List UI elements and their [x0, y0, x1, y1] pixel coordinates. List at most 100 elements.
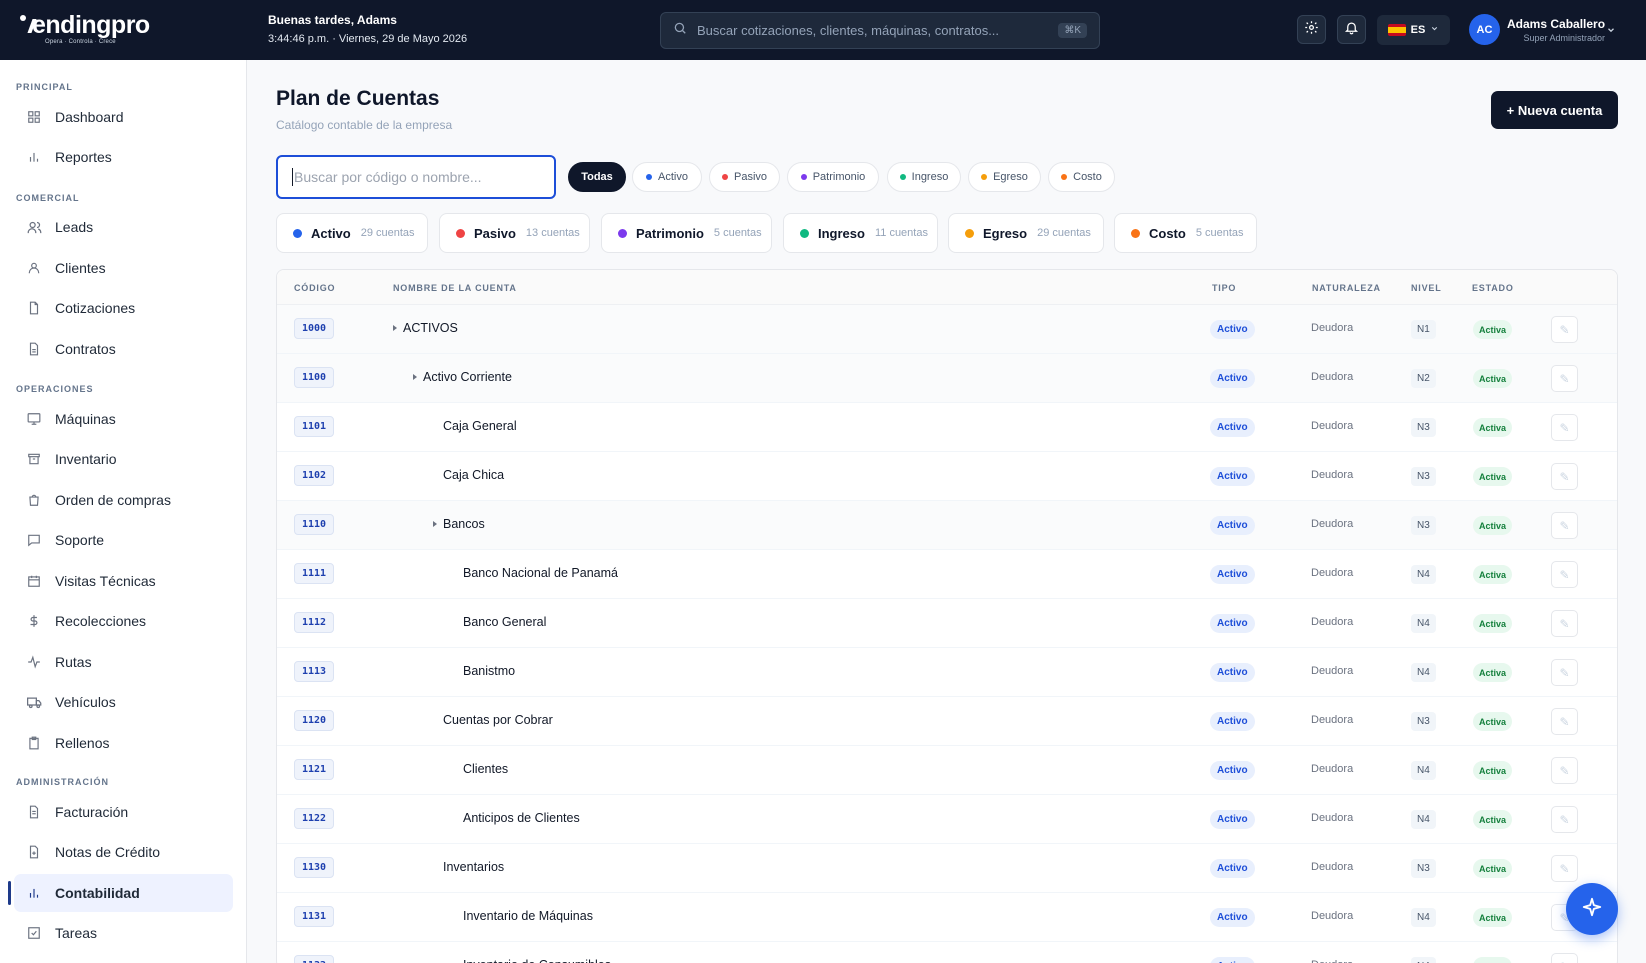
nature-text: Deudora [1311, 420, 1354, 432]
level-badge: N3 [1411, 859, 1436, 878]
edit-button[interactable]: ✎ [1551, 659, 1578, 686]
sidebar-item-rutas[interactable]: Rutas [14, 643, 233, 681]
table-row[interactable]: 1131 Inventario de Máquinas Activo Deudora N… [277, 893, 1617, 942]
bar-chart-icon [26, 149, 42, 165]
table-row[interactable]: 1111 Banco Nacional de Panamá Activo Deudor… [277, 550, 1617, 599]
table-row[interactable]: 1100 Activo Corriente Activo Deudora N2 Activ… [277, 354, 1617, 403]
account-name[interactable]: ACTIVOS [393, 321, 458, 335]
table-row[interactable]: 1132 Inventario de Consumibles Activo Deudo… [277, 942, 1617, 963]
edit-button[interactable]: ✎ [1551, 414, 1578, 441]
status-dot-icon [721, 174, 728, 180]
search-icon [673, 21, 687, 40]
language-selector[interactable]: ES [1377, 15, 1450, 45]
sidebar-item-clientes[interactable]: Clientes [14, 249, 233, 287]
account-name: Inventario de Consumibles [463, 958, 611, 963]
archive-icon [26, 451, 42, 467]
caret-right-icon[interactable] [413, 374, 417, 380]
filter-chip-label: Todas [581, 171, 613, 183]
sidebar-item-maquinas[interactable]: Máquinas [14, 400, 233, 438]
sidebar-item-cotizaciones[interactable]: Cotizaciones [14, 289, 233, 327]
sidebar-item-leads[interactable]: Leads [14, 208, 233, 246]
caret-right-icon[interactable] [433, 521, 437, 527]
table-row[interactable]: 1102 Caja Chica Activo Deudora N3 Activa ✎ [277, 452, 1617, 501]
sidebar-item-facturacion[interactable]: Facturación [14, 793, 233, 831]
level-badge: N3 [1411, 516, 1436, 535]
summary-card-patrimonio[interactable]: Patrimonio 5 cuentas [601, 213, 772, 253]
summary-card-ingreso[interactable]: Ingreso 11 cuentas [783, 213, 938, 253]
settings-button[interactable] [1297, 15, 1326, 44]
filter-chip-activo[interactable]: Activo [632, 162, 702, 192]
sidebar-item-dashboard[interactable]: Dashboard [14, 98, 233, 136]
edit-button[interactable]: ✎ [1551, 806, 1578, 833]
global-search-input[interactable]: Buscar cotizaciones, clientes, máquinas,… [660, 12, 1100, 49]
status-badge: Activa [1473, 663, 1513, 682]
filter-chip-costo[interactable]: Costo [1048, 162, 1115, 192]
edit-button[interactable]: ✎ [1551, 757, 1578, 784]
edit-button[interactable]: ✎ [1551, 365, 1578, 392]
edit-button[interactable]: ✎ [1551, 708, 1578, 735]
table-row[interactable]: 1130 Inventarios Activo Deudora N3 Activa ✎ [277, 844, 1617, 893]
account-search-input[interactable]: Buscar por código o nombre... [276, 155, 556, 199]
chevron-down-icon[interactable] [1606, 22, 1616, 40]
grid-icon [26, 109, 42, 125]
sidebar-item-label: Tareas [55, 925, 98, 941]
account-name[interactable]: Activo Corriente [413, 370, 512, 384]
sidebar-item-rellenos[interactable]: Rellenos [14, 724, 233, 762]
edit-button[interactable]: ✎ [1551, 953, 1578, 963]
new-account-button[interactable]: + Nueva cuenta [1491, 91, 1618, 129]
sidebar-item-recolecciones[interactable]: Recolecciones [14, 602, 233, 640]
pencil-icon: ✎ [1559, 812, 1570, 827]
sidebar-item-visitas-tecnicas[interactable]: Visitas Técnicas [14, 562, 233, 600]
level-badge: N4 [1411, 761, 1436, 780]
edit-button[interactable]: ✎ [1551, 316, 1578, 343]
summary-card-egreso[interactable]: Egreso 29 cuentas [948, 213, 1104, 253]
filter-chip-patrimonio[interactable]: Patrimonio [787, 162, 879, 192]
filter-chip-todas[interactable]: Todas [568, 162, 626, 192]
status-badge: Activa [1473, 810, 1513, 829]
edit-button[interactable]: ✎ [1551, 463, 1578, 490]
sidebar-item-reportes[interactable]: Reportes [14, 138, 233, 176]
table-row[interactable]: 1000 ACTIVOS Activo Deudora N1 Activa ✎ [277, 305, 1617, 354]
level-badge: N3 [1411, 467, 1436, 486]
table-row[interactable]: 1121 Clientes Activo Deudora N4 Activa ✎ [277, 746, 1617, 795]
table-row[interactable]: 1110 Bancos Activo Deudora N3 Activa ✎ [277, 501, 1617, 550]
summary-card-costo[interactable]: Costo 5 cuentas [1114, 213, 1257, 253]
edit-button[interactable]: ✎ [1551, 561, 1578, 588]
nature-text: Deudora [1311, 959, 1353, 963]
nature-text: Deudora [1311, 518, 1354, 530]
summary-card-activo[interactable]: Activo 29 cuentas [276, 213, 428, 253]
user-menu[interactable]: Adams Caballero Super Administrador [1507, 17, 1605, 43]
summary-card-pasivo[interactable]: Pasivo 13 cuentas [439, 213, 590, 253]
filter-chip-egreso[interactable]: Egreso [968, 162, 1041, 192]
notifications-button[interactable] [1337, 15, 1366, 44]
sidebar-item-contratos[interactable]: Contratos [14, 330, 233, 368]
assistant-fab-button[interactable] [1566, 883, 1618, 935]
type-badge: Activo [1210, 516, 1255, 535]
sidebar-item-label: Vehículos [55, 694, 116, 710]
logo-mark-icon [20, 15, 30, 33]
sidebar-item-notas-de-credito[interactable]: Notas de Crédito [14, 833, 233, 871]
avatar[interactable]: AC [1469, 14, 1500, 45]
caret-right-icon[interactable] [393, 325, 397, 331]
sidebar-item-tareas[interactable]: Tareas [14, 914, 233, 952]
filter-chip-ingreso[interactable]: Ingreso [887, 162, 961, 192]
account-name[interactable]: Bancos [433, 517, 485, 531]
table-row[interactable]: 1120 Cuentas por Cobrar Activo Deudora N3 Act… [277, 697, 1617, 746]
edit-button[interactable]: ✎ [1551, 855, 1578, 882]
table-row[interactable]: 1113 Banistmo Activo Deudora N4 Activa ✎ [277, 648, 1617, 697]
status-badge: Activa [1473, 565, 1513, 584]
edit-button[interactable]: ✎ [1551, 610, 1578, 637]
sidebar-item-vehiculos[interactable]: Vehículos [14, 683, 233, 721]
sidebar-item-contabilidad[interactable]: Contabilidad [8, 874, 233, 912]
sidebar-item-inventario[interactable]: Inventario [14, 440, 233, 478]
nature-text: Deudora [1311, 371, 1354, 383]
nature-text: Deudora [1311, 812, 1354, 824]
table-row[interactable]: 1101 Caja General Activo Deudora N3 Activa ✎ [277, 403, 1617, 452]
table-row[interactable]: 1122 Anticipos de Clientes Activo Deudora N4… [277, 795, 1617, 844]
filter-chip-pasivo[interactable]: Pasivo [709, 162, 780, 192]
sidebar-item-orden-de-compras[interactable]: Orden de compras [14, 481, 233, 519]
edit-button[interactable]: ✎ [1551, 512, 1578, 539]
sidebar-item-soporte[interactable]: Soporte [14, 521, 233, 559]
table-row[interactable]: 1112 Banco General Activo Deudora N4 Activa ✎ [277, 599, 1617, 648]
brand-logo[interactable]: endingpro Opera · Controla · Crece [20, 12, 150, 45]
